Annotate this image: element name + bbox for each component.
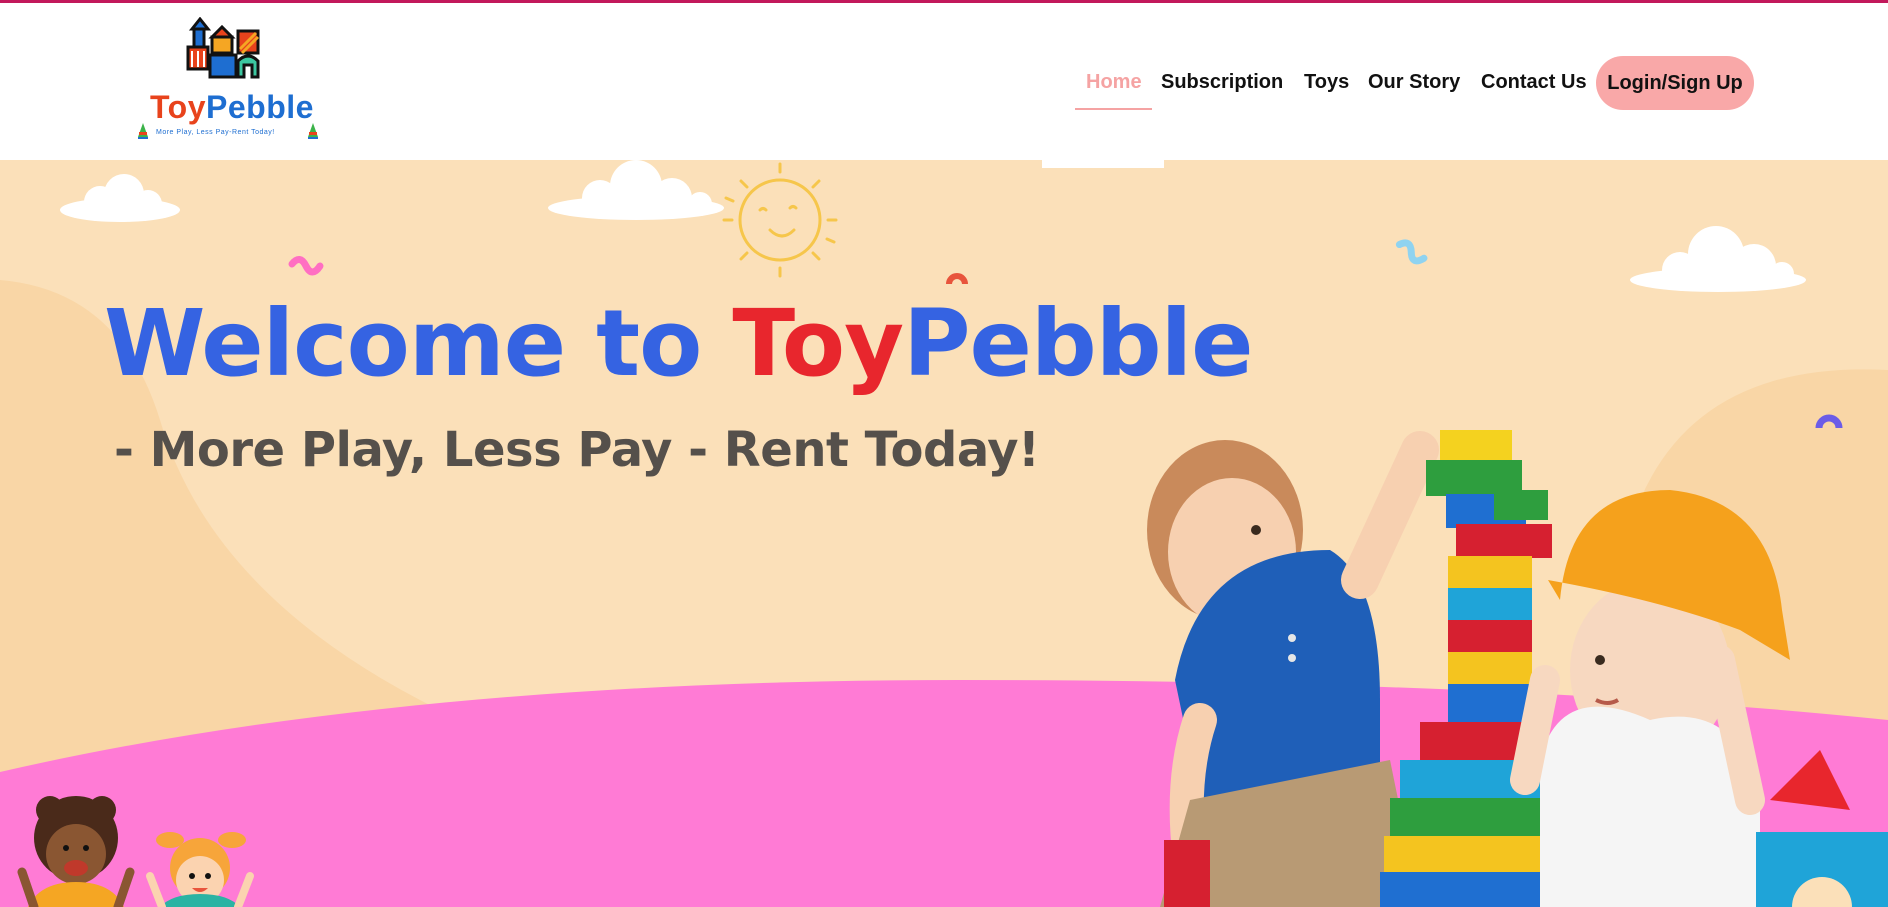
headline-pebble: Pebble (903, 290, 1253, 397)
confetti-icon (288, 256, 324, 276)
nav-home[interactable]: Home (1086, 55, 1142, 109)
sun-icon (722, 162, 838, 278)
brand-name-part2: Pebble (206, 89, 314, 125)
confetti-icon (1395, 239, 1428, 265)
hero-headline: Welcome to ToyPebble (104, 290, 1254, 397)
stacking-cone-icon (308, 123, 318, 139)
confetti-icon (946, 273, 968, 285)
hero-background (0, 160, 1888, 907)
stacking-cone-icon (138, 123, 148, 139)
login-signup-button[interactable]: Login/Sign Up (1596, 56, 1754, 110)
hero-banner: Welcome to ToyPebble - More Play, Less P… (0, 160, 1888, 907)
cloud-icon (60, 174, 180, 222)
nav-active-underline (1075, 108, 1152, 110)
brand-name-part1: Toy (150, 89, 207, 125)
brand-logo[interactable]: ToyPebble More Play, Less Pay-Rent Today… (130, 17, 330, 147)
cloud-icon (1630, 226, 1806, 292)
toy-blocks-logo-icon (186, 17, 260, 79)
hero-subheadline: - More Play, Less Pay - Rent Today! (114, 422, 1040, 478)
nav-our-story[interactable]: Our Story (1368, 55, 1460, 109)
cloud-icon (548, 160, 724, 220)
brand-wordmark: ToyPebble (150, 89, 314, 126)
site-header: ToyPebble More Play, Less Pay-Rent Today… (0, 3, 1888, 160)
nav-contact-us[interactable]: Contact Us (1481, 55, 1587, 109)
nav-toys[interactable]: Toys (1304, 55, 1349, 109)
header-notch (1042, 160, 1164, 168)
headline-welcome: Welcome to (104, 290, 702, 397)
nav-subscription[interactable]: Subscription (1161, 55, 1283, 109)
brand-tagline: More Play, Less Pay-Rent Today! (156, 129, 275, 136)
headline-toy: Toy (732, 290, 904, 397)
